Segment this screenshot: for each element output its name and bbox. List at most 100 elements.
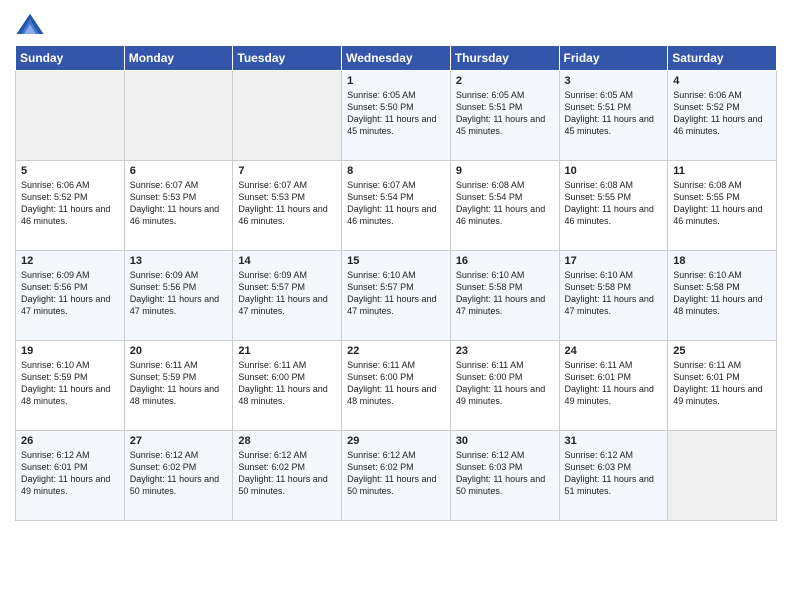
- day-number: 17: [565, 255, 663, 267]
- cell-content: Sunrise: 6:11 AM Sunset: 6:01 PM Dayligh…: [565, 359, 663, 408]
- calendar-cell: 8 Sunrise: 6:07 AM Sunset: 5:54 PM Daylig…: [342, 161, 451, 251]
- day-number: 12: [21, 255, 119, 267]
- calendar-cell: [124, 71, 233, 161]
- day-number: 24: [565, 345, 663, 357]
- cell-content: Sunrise: 6:12 AM Sunset: 6:02 PM Dayligh…: [130, 449, 228, 498]
- day-header-monday: Monday: [124, 46, 233, 71]
- calendar-cell: 24 Sunrise: 6:11 AM Sunset: 6:01 PM Dayli…: [559, 341, 668, 431]
- day-number: 13: [130, 255, 228, 267]
- calendar-week-row: 5 Sunrise: 6:06 AM Sunset: 5:52 PM Daylig…: [16, 161, 777, 251]
- calendar-cell: 30Sunrise: 6:12 AM Sunset: 6:03 PM Dayli…: [450, 431, 559, 521]
- day-header-saturday: Saturday: [668, 46, 777, 71]
- day-header-sunday: Sunday: [16, 46, 125, 71]
- day-header-friday: Friday: [559, 46, 668, 71]
- cell-content: Sunrise: 6:10 AM Sunset: 5:58 PM Dayligh…: [565, 269, 663, 318]
- day-number: 16: [456, 255, 554, 267]
- cell-content: Sunrise: 6:10 AM Sunset: 5:59 PM Dayligh…: [21, 359, 119, 408]
- calendar-week-row: 1 Sunrise: 6:05 AM Sunset: 5:50 PM Daylig…: [16, 71, 777, 161]
- day-number: 29: [347, 435, 445, 447]
- day-number: 26: [21, 435, 119, 447]
- page-header: [15, 10, 777, 40]
- day-number: 14: [238, 255, 336, 267]
- calendar-cell: 7Sunrise: 6:07 AM Sunset: 5:53 PM Daylig…: [233, 161, 342, 251]
- cell-content: Sunrise: 6:11 AM Sunset: 6:01 PM Dayligh…: [673, 359, 771, 408]
- cell-content: Sunrise: 6:07 AM Sunset: 5:54 PM Dayligh…: [347, 179, 445, 228]
- cell-content: Sunrise: 6:08 AM Sunset: 5:55 PM Dayligh…: [673, 179, 771, 228]
- cell-content: Sunrise: 6:09 AM Sunset: 5:56 PM Dayligh…: [21, 269, 119, 318]
- calendar-cell: 17 Sunrise: 6:10 AM Sunset: 5:58 PM Dayli…: [559, 251, 668, 341]
- calendar-week-row: 12 Sunrise: 6:09 AM Sunset: 5:56 PM Dayli…: [16, 251, 777, 341]
- logo-icon: [15, 10, 45, 40]
- cell-content: Sunrise: 6:11 AM Sunset: 6:00 PM Dayligh…: [238, 359, 336, 408]
- day-number: 7: [238, 165, 336, 177]
- calendar-cell: 22Sunrise: 6:11 AM Sunset: 6:00 PM Dayli…: [342, 341, 451, 431]
- calendar-cell: 26 Sunrise: 6:12 AM Sunset: 6:01 PM Dayli…: [16, 431, 125, 521]
- calendar-cell: 27 Sunrise: 6:12 AM Sunset: 6:02 PM Dayli…: [124, 431, 233, 521]
- calendar-cell: 16Sunrise: 6:10 AM Sunset: 5:58 PM Dayli…: [450, 251, 559, 341]
- cell-content: Sunrise: 6:06 AM Sunset: 5:52 PM Dayligh…: [673, 89, 771, 138]
- logo: [15, 10, 49, 40]
- day-number: 31: [565, 435, 663, 447]
- calendar-cell: [233, 71, 342, 161]
- day-number: 10: [565, 165, 663, 177]
- calendar-cell: [668, 431, 777, 521]
- calendar-cell: [16, 71, 125, 161]
- day-header-wednesday: Wednesday: [342, 46, 451, 71]
- day-number: 6: [130, 165, 228, 177]
- calendar-cell: 12 Sunrise: 6:09 AM Sunset: 5:56 PM Dayli…: [16, 251, 125, 341]
- cell-content: Sunrise: 6:12 AM Sunset: 6:02 PM Dayligh…: [347, 449, 445, 498]
- cell-content: Sunrise: 6:05 AM Sunset: 5:50 PM Dayligh…: [347, 89, 445, 138]
- day-number: 18: [673, 255, 771, 267]
- calendar-header-row: SundayMondayTuesdayWednesdayThursdayFrid…: [16, 46, 777, 71]
- day-number: 25: [673, 345, 771, 357]
- day-number: 3: [565, 75, 663, 87]
- cell-content: Sunrise: 6:12 AM Sunset: 6:03 PM Dayligh…: [565, 449, 663, 498]
- day-number: 19: [21, 345, 119, 357]
- calendar-cell: 6 Sunrise: 6:07 AM Sunset: 5:53 PM Daylig…: [124, 161, 233, 251]
- calendar-cell: 2 Sunrise: 6:05 AM Sunset: 5:51 PM Daylig…: [450, 71, 559, 161]
- calendar-cell: 25 Sunrise: 6:11 AM Sunset: 6:01 PM Dayli…: [668, 341, 777, 431]
- day-number: 5: [21, 165, 119, 177]
- cell-content: Sunrise: 6:09 AM Sunset: 5:57 PM Dayligh…: [238, 269, 336, 318]
- calendar-cell: 5 Sunrise: 6:06 AM Sunset: 5:52 PM Daylig…: [16, 161, 125, 251]
- day-number: 11: [673, 165, 771, 177]
- calendar-cell: 14 Sunrise: 6:09 AM Sunset: 5:57 PM Dayli…: [233, 251, 342, 341]
- cell-content: Sunrise: 6:07 AM Sunset: 5:53 PM Dayligh…: [130, 179, 228, 228]
- calendar-cell: 4 Sunrise: 6:06 AM Sunset: 5:52 PM Daylig…: [668, 71, 777, 161]
- calendar-cell: 1 Sunrise: 6:05 AM Sunset: 5:50 PM Daylig…: [342, 71, 451, 161]
- calendar-week-row: 26 Sunrise: 6:12 AM Sunset: 6:01 PM Dayli…: [16, 431, 777, 521]
- calendar-cell: 9Sunrise: 6:08 AM Sunset: 5:54 PM Daylig…: [450, 161, 559, 251]
- day-number: 20: [130, 345, 228, 357]
- cell-content: Sunrise: 6:05 AM Sunset: 5:51 PM Dayligh…: [565, 89, 663, 138]
- calendar-cell: 28Sunrise: 6:12 AM Sunset: 6:02 PM Dayli…: [233, 431, 342, 521]
- day-number: 8: [347, 165, 445, 177]
- cell-content: Sunrise: 6:12 AM Sunset: 6:01 PM Dayligh…: [21, 449, 119, 498]
- calendar-cell: 3 Sunrise: 6:05 AM Sunset: 5:51 PM Daylig…: [559, 71, 668, 161]
- day-header-tuesday: Tuesday: [233, 46, 342, 71]
- cell-content: Sunrise: 6:12 AM Sunset: 6:03 PM Dayligh…: [456, 449, 554, 498]
- cell-content: Sunrise: 6:12 AM Sunset: 6:02 PM Dayligh…: [238, 449, 336, 498]
- cell-content: Sunrise: 6:10 AM Sunset: 5:58 PM Dayligh…: [673, 269, 771, 318]
- cell-content: Sunrise: 6:11 AM Sunset: 6:00 PM Dayligh…: [456, 359, 554, 408]
- cell-content: Sunrise: 6:10 AM Sunset: 5:57 PM Dayligh…: [347, 269, 445, 318]
- cell-content: Sunrise: 6:11 AM Sunset: 5:59 PM Dayligh…: [130, 359, 228, 408]
- day-number: 22: [347, 345, 445, 357]
- calendar-cell: 20 Sunrise: 6:11 AM Sunset: 5:59 PM Dayli…: [124, 341, 233, 431]
- day-number: 15: [347, 255, 445, 267]
- calendar-cell: 10Sunrise: 6:08 AM Sunset: 5:55 PM Dayli…: [559, 161, 668, 251]
- day-number: 4: [673, 75, 771, 87]
- calendar-table: SundayMondayTuesdayWednesdayThursdayFrid…: [15, 45, 777, 521]
- calendar-cell: 18 Sunrise: 6:10 AM Sunset: 5:58 PM Dayli…: [668, 251, 777, 341]
- calendar-cell: 11 Sunrise: 6:08 AM Sunset: 5:55 PM Dayli…: [668, 161, 777, 251]
- calendar-week-row: 19 Sunrise: 6:10 AM Sunset: 5:59 PM Dayli…: [16, 341, 777, 431]
- day-number: 1: [347, 75, 445, 87]
- day-number: 21: [238, 345, 336, 357]
- calendar-cell: 21 Sunrise: 6:11 AM Sunset: 6:00 PM Dayli…: [233, 341, 342, 431]
- day-number: 27: [130, 435, 228, 447]
- cell-content: Sunrise: 6:06 AM Sunset: 5:52 PM Dayligh…: [21, 179, 119, 228]
- cell-content: Sunrise: 6:09 AM Sunset: 5:56 PM Dayligh…: [130, 269, 228, 318]
- day-number: 23: [456, 345, 554, 357]
- day-header-thursday: Thursday: [450, 46, 559, 71]
- day-number: 2: [456, 75, 554, 87]
- cell-content: Sunrise: 6:05 AM Sunset: 5:51 PM Dayligh…: [456, 89, 554, 138]
